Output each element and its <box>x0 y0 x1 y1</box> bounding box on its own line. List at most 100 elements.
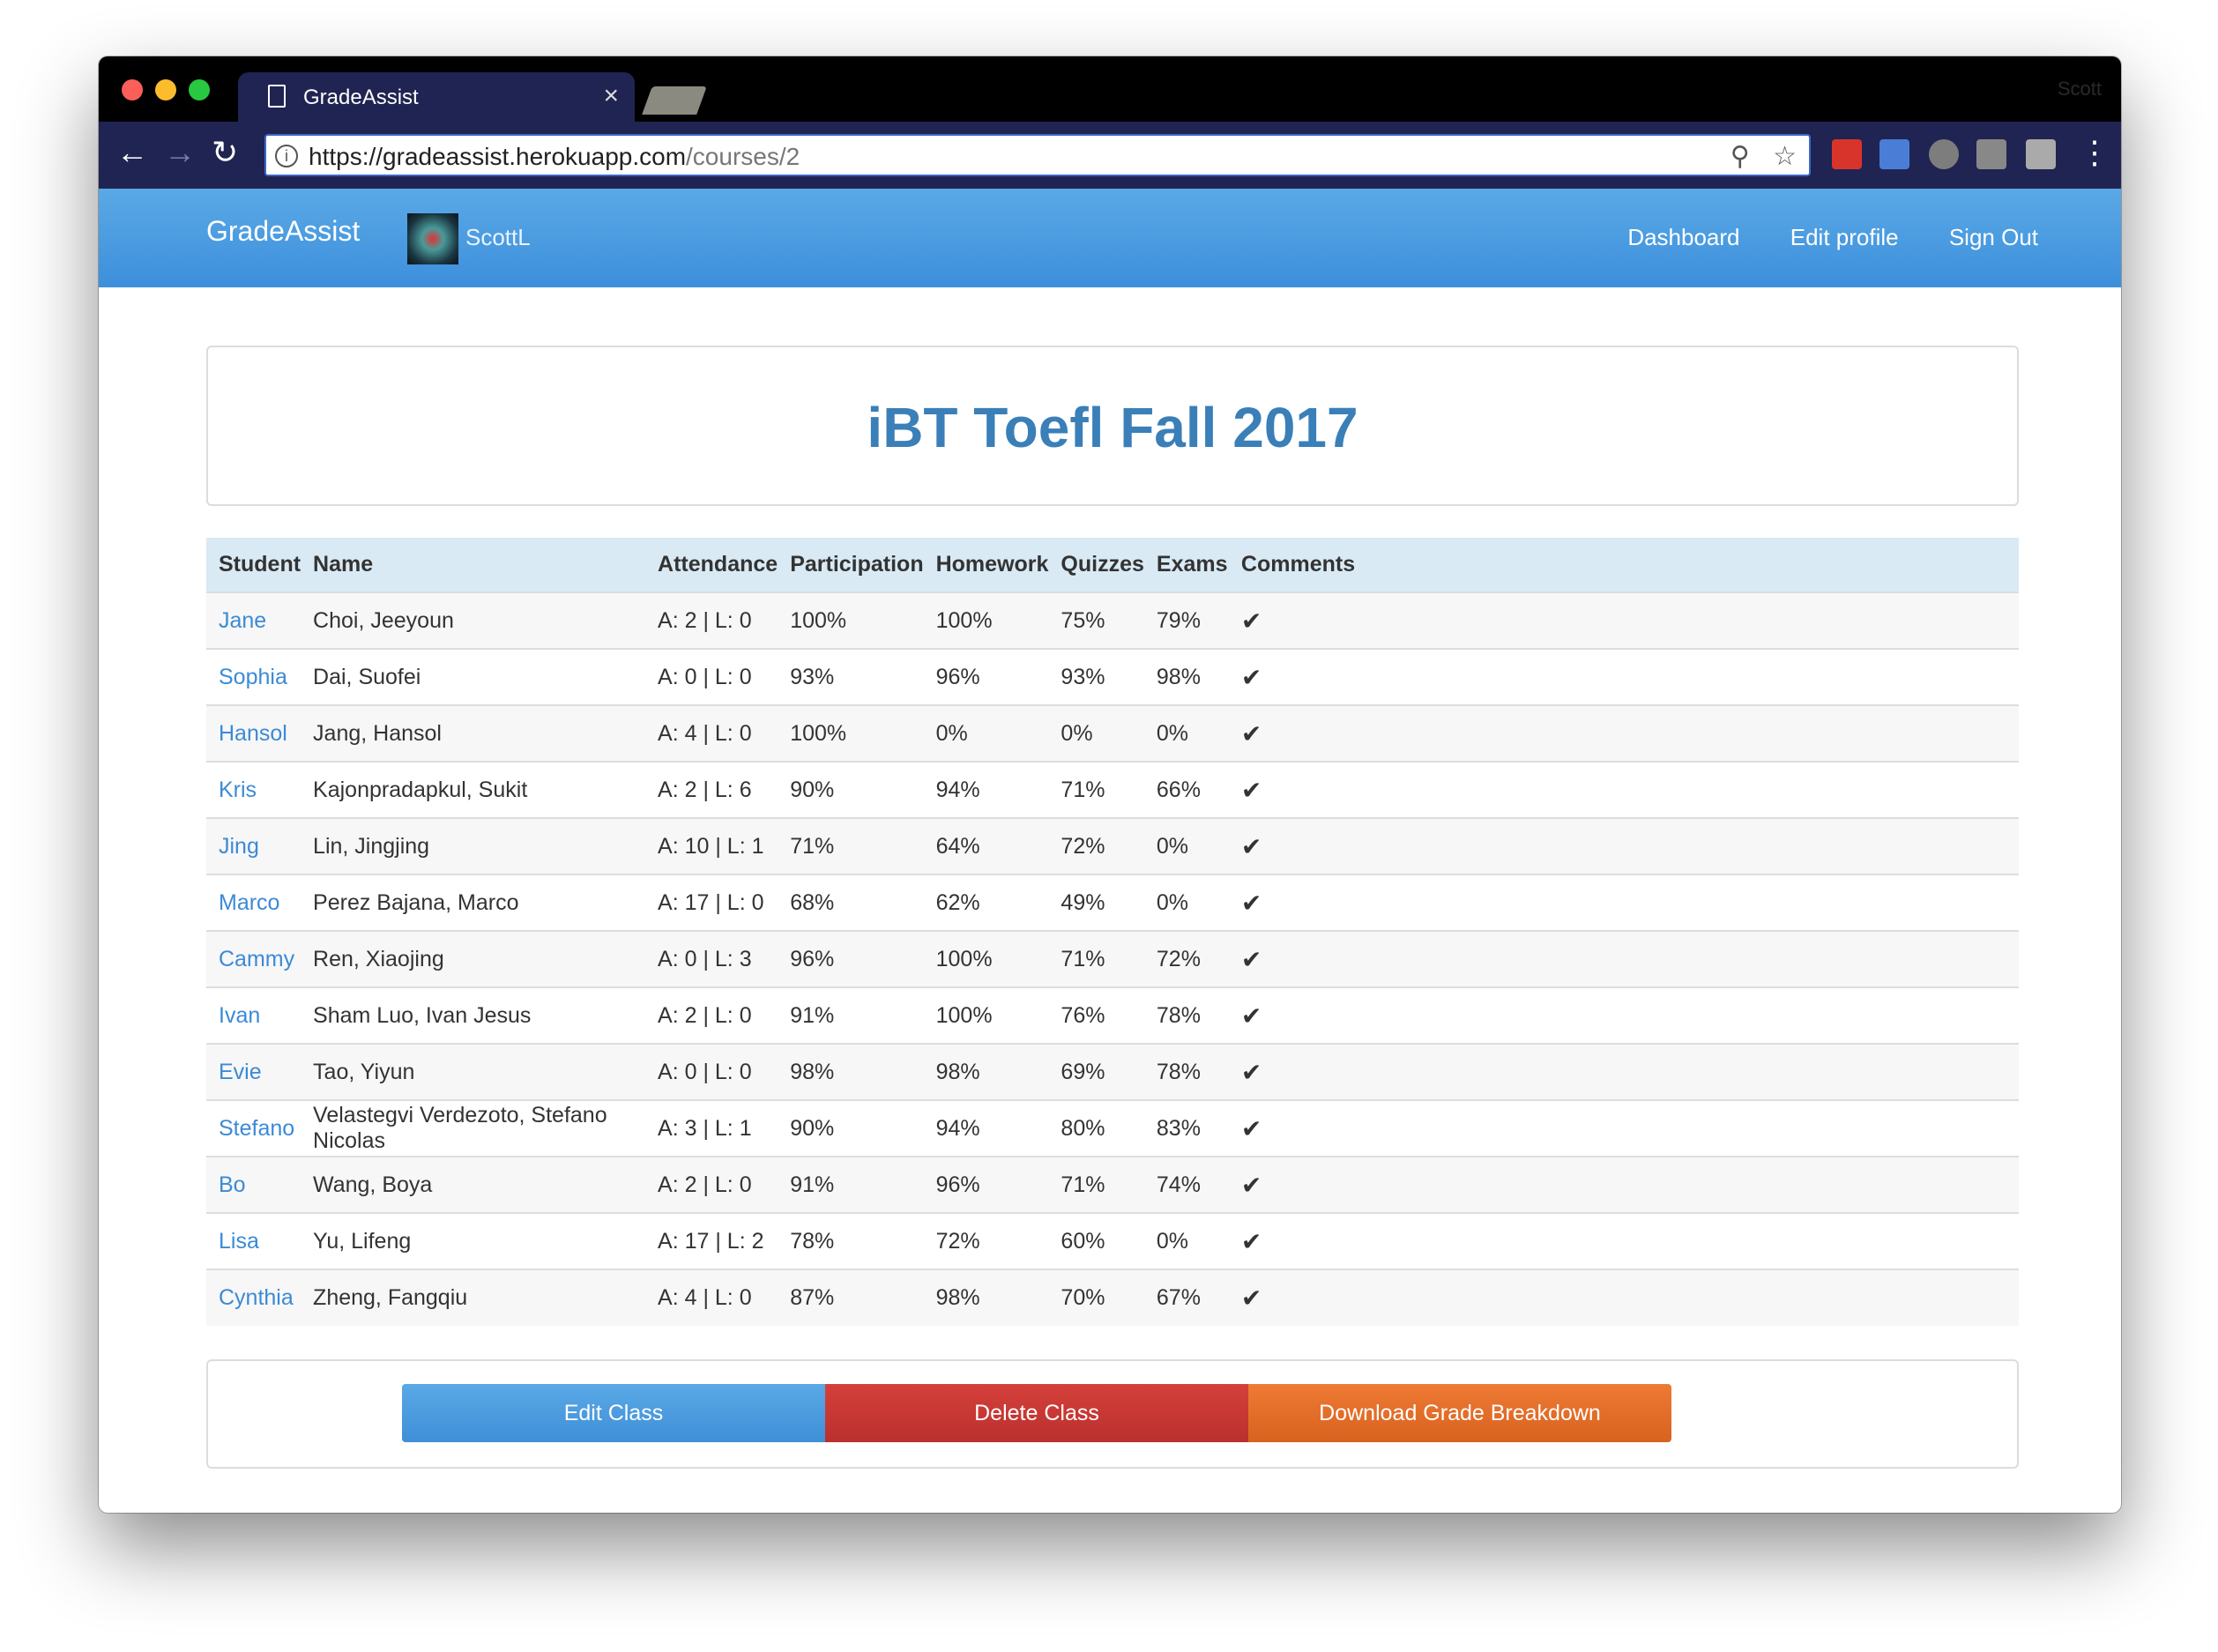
checkmark-icon[interactable]: ✔ <box>1241 720 1262 748</box>
exams-cell: 66% <box>1143 761 1229 818</box>
edit-profile-link[interactable]: Edit profile <box>1790 224 1899 250</box>
student-link[interactable]: Cammy <box>219 947 294 971</box>
address-bar[interactable]: i https://gradeassist.herokuapp.com/cour… <box>264 134 1811 176</box>
column-header: Comments <box>1240 552 1356 577</box>
attendance-cell: A: 0 | L: 0 <box>645 648 778 705</box>
student-cell: Lisa <box>206 1212 301 1269</box>
name-cell: Wang, Boya <box>301 1156 646 1213</box>
name-cell: Dai, Suofei <box>301 648 646 705</box>
maximize-window-button[interactable] <box>189 79 210 100</box>
student-link[interactable]: Lisa <box>219 1229 259 1254</box>
checkmark-icon[interactable]: ✔ <box>1241 1059 1262 1086</box>
url-host: https://gradeassist.herokuapp.com <box>309 143 687 170</box>
student-link[interactable]: Marco <box>219 890 279 915</box>
arrow-left-icon[interactable]: ← <box>116 134 148 171</box>
attendance-cell: A: 2 | L: 0 <box>645 986 778 1044</box>
browser-menu-icon[interactable]: ⋮ <box>2079 134 2110 171</box>
extension-icon-5[interactable] <box>2026 139 2056 169</box>
student-link[interactable]: Bo <box>219 1172 246 1197</box>
exams-cell: 78% <box>1143 986 1229 1044</box>
checkmark-icon[interactable]: ✔ <box>1241 833 1262 860</box>
close-tab-icon[interactable]: × <box>603 81 619 111</box>
download-grade-breakdown-button[interactable]: Download Grade Breakdown <box>1248 1384 1671 1442</box>
student-link[interactable]: Hansol <box>219 721 287 746</box>
column-header: Homework <box>935 552 1049 577</box>
checkmark-icon[interactable]: ✔ <box>1241 607 1262 635</box>
quizzes-cell: 71% <box>1048 1156 1144 1213</box>
participation-cell: 96% <box>778 930 924 987</box>
quizzes-cell: 70% <box>1048 1269 1144 1326</box>
student-link[interactable]: Sophia <box>219 665 287 689</box>
table-row: Cynthia Zheng, Fangqiu A: 4 | L: 0 87% 98% 70… <box>206 1269 2019 1326</box>
student-link[interactable]: Stefano <box>219 1116 294 1141</box>
attendance-cell: A: 2 | L: 0 <box>645 1156 778 1213</box>
quizzes-cell: 69% <box>1048 1043 1144 1100</box>
dashboard-link[interactable]: Dashboard <box>1627 224 1739 250</box>
name-cell: Tao, Yiyun <box>301 1043 646 1100</box>
extension-icon-1[interactable] <box>1832 139 1862 169</box>
participation-cell: 91% <box>778 986 924 1044</box>
sign-out-link[interactable]: Sign Out <box>1949 224 2038 250</box>
new-tab-button[interactable] <box>642 86 707 115</box>
brand-link[interactable]: GradeAssist <box>206 215 360 248</box>
checkmark-icon[interactable]: ✔ <box>1241 1115 1262 1142</box>
quizzes-cell: 60% <box>1048 1212 1144 1269</box>
browser-tab[interactable]: GradeAssist × <box>238 72 635 122</box>
exams-cell: 83% <box>1143 1099 1229 1157</box>
lightbulb-extension-icon[interactable] <box>1929 139 1959 169</box>
translate-extension-icon[interactable] <box>1879 139 1909 169</box>
homework-cell: 62% <box>923 874 1049 931</box>
quizzes-cell: 71% <box>1048 930 1144 987</box>
table-row: Marco Perez Bajana, Marco A: 17 | L: 0 68% 6… <box>206 874 2019 931</box>
student-cell: Cammy <box>206 930 301 987</box>
delete-class-button[interactable]: Delete Class <box>825 1384 1248 1442</box>
name-cell: Yu, Lifeng <box>301 1212 646 1269</box>
student-link[interactable]: Ivan <box>219 1003 260 1028</box>
exams-cell: 0% <box>1143 874 1229 931</box>
checkmark-icon[interactable]: ✔ <box>1241 946 1262 973</box>
minimize-window-button[interactable] <box>155 79 176 100</box>
exams-cell: 74% <box>1143 1156 1229 1213</box>
checkmark-icon[interactable]: ✔ <box>1241 1002 1262 1030</box>
homework-cell: 100% <box>923 930 1049 987</box>
student-link[interactable]: Jane <box>219 608 266 633</box>
exams-cell: 0% <box>1143 817 1229 874</box>
student-link[interactable]: Jing <box>219 834 259 859</box>
course-header: iBT Toefl Fall 2017 <box>206 346 2019 506</box>
reload-icon[interactable]: ↻ <box>212 134 238 171</box>
info-icon[interactable]: i <box>275 145 298 167</box>
actions-panel: Edit Class Delete Class Download Grade B… <box>206 1359 2019 1469</box>
avatar[interactable] <box>407 213 458 264</box>
username-link[interactable]: ScottL <box>465 224 531 251</box>
tab-strip: GradeAssist × Scott <box>99 56 2121 122</box>
exams-cell: 72% <box>1143 930 1229 987</box>
table-row: Lisa Yu, Lifeng A: 17 | L: 2 78% 72% 60% 0% ✔ <box>206 1212 2019 1269</box>
student-cell: Jane <box>206 592 301 649</box>
browser-profile-name[interactable]: Scott <box>2058 78 2102 100</box>
student-link[interactable]: Kris <box>219 778 257 802</box>
student-cell: Sophia <box>206 648 301 705</box>
student-link[interactable]: Evie <box>219 1060 262 1084</box>
close-window-button[interactable] <box>122 79 143 100</box>
checkmark-icon[interactable]: ✔ <box>1241 1172 1262 1199</box>
student-link[interactable]: Cynthia <box>219 1285 294 1310</box>
checkmark-icon[interactable]: ✔ <box>1241 1284 1262 1312</box>
participation-cell: 93% <box>778 648 924 705</box>
homework-cell: 72% <box>923 1212 1049 1269</box>
checkmark-icon[interactable]: ✔ <box>1241 664 1262 691</box>
attendance-cell: A: 4 | L: 0 <box>645 704 778 762</box>
url-text[interactable]: https://gradeassist.herokuapp.com/course… <box>309 143 800 171</box>
angular-extension-icon[interactable] <box>1976 139 2006 169</box>
comments-cell: ✔ <box>1228 930 2019 987</box>
zoom-icon[interactable]: ⚲ <box>1730 142 1750 171</box>
checkmark-icon[interactable]: ✔ <box>1241 1228 1262 1255</box>
checkmark-icon[interactable]: ✔ <box>1241 889 1262 917</box>
edit-class-button[interactable]: Edit Class <box>402 1384 825 1442</box>
star-icon[interactable]: ☆ <box>1773 142 1797 171</box>
comments-cell: ✔ <box>1228 986 2019 1044</box>
arrow-right-icon[interactable]: → <box>164 134 196 171</box>
checkmark-icon[interactable]: ✔ <box>1241 777 1262 804</box>
participation-cell: 98% <box>778 1043 924 1100</box>
quizzes-cell: 71% <box>1048 761 1144 818</box>
student-cell: Jing <box>206 817 301 874</box>
